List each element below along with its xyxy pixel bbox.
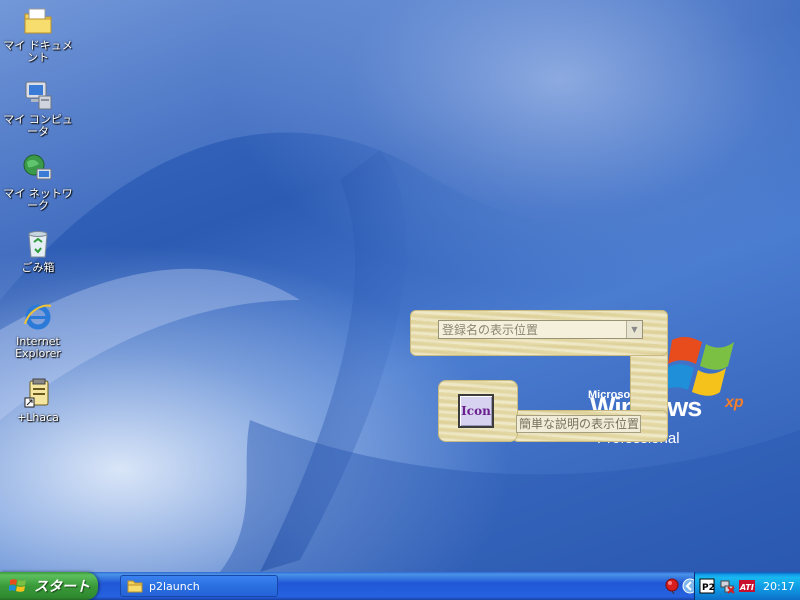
svg-text:ATI: ATI [739, 583, 754, 592]
ati-icon[interactable]: ATI [739, 578, 755, 594]
red-balloon-icon[interactable] [664, 578, 680, 594]
taskbar[interactable]: スタート p2launch P2 ATI 20:17 [0, 572, 800, 600]
p2-tray-icon[interactable]: P2 [699, 578, 715, 594]
desktop-icon-label: ごみ箱 [21, 261, 55, 274]
folder-icon [127, 580, 143, 593]
p2launch-description-field: 簡単な説明の表示位置 [516, 415, 641, 433]
system-tray[interactable]: P2 ATI 20:17 [694, 572, 800, 600]
start-button[interactable]: スタート [0, 572, 98, 600]
clock[interactable]: 20:17 [763, 580, 795, 593]
desktop-icon-label: マイ コンピュータ [3, 113, 73, 138]
desktop[interactable]: マイ ドキュメント マイ コンピュータ マイ ネットワーク ごみ箱 Intern… [0, 0, 800, 572]
recycle-bin-icon [28, 231, 48, 258]
desktop-icon-internet-explorer[interactable]: Internet Explorer [0, 300, 76, 360]
desktop-icon-my-documents[interactable]: マイ ドキュメント [0, 4, 76, 64]
svg-text:P2: P2 [702, 583, 715, 593]
lhaca-shortcut-icon [24, 378, 49, 408]
p2launch-icon-button[interactable]: Icon [458, 394, 494, 428]
p2launch-name-combobox[interactable]: 登録名の表示位置 ▼ [438, 320, 643, 339]
desktop-icon-label: Internet Explorer [15, 335, 61, 360]
p2launch-icon-button-label: Icon [461, 404, 491, 418]
desktop-icon-label: +Lhaca [17, 411, 59, 424]
taskbar-item-label: p2launch [149, 579, 200, 593]
p2launch-name-combobox-text: 登録名の表示位置 [442, 323, 539, 337]
desktop-icon-recycle-bin[interactable]: ごみ箱 [0, 226, 76, 274]
windows-flag-icon [9, 579, 26, 592]
my-network-icon [23, 154, 52, 180]
desktop-icon-label: マイ ネットワーク [3, 187, 73, 212]
start-button-label: スタート [34, 579, 90, 595]
desktop-icon-label: マイ ドキュメント [3, 39, 73, 64]
desktop-icon-lhaca[interactable]: +Lhaca [0, 376, 76, 424]
wallpaper-version-text: xp [725, 394, 744, 411]
desktop-icon-my-computer[interactable]: マイ コンピュータ [0, 78, 76, 138]
desktop-icon-my-network[interactable]: マイ ネットワーク [0, 152, 76, 212]
internet-explorer-icon [24, 304, 52, 330]
taskbar-item-p2launch[interactable]: p2launch [120, 575, 278, 597]
my-computer-icon [25, 81, 52, 110]
network-disconnected-icon[interactable] [719, 578, 735, 594]
wallpaper [0, 0, 800, 572]
my-documents-folder-icon [24, 8, 52, 34]
chevron-down-icon[interactable]: ▼ [626, 321, 642, 338]
